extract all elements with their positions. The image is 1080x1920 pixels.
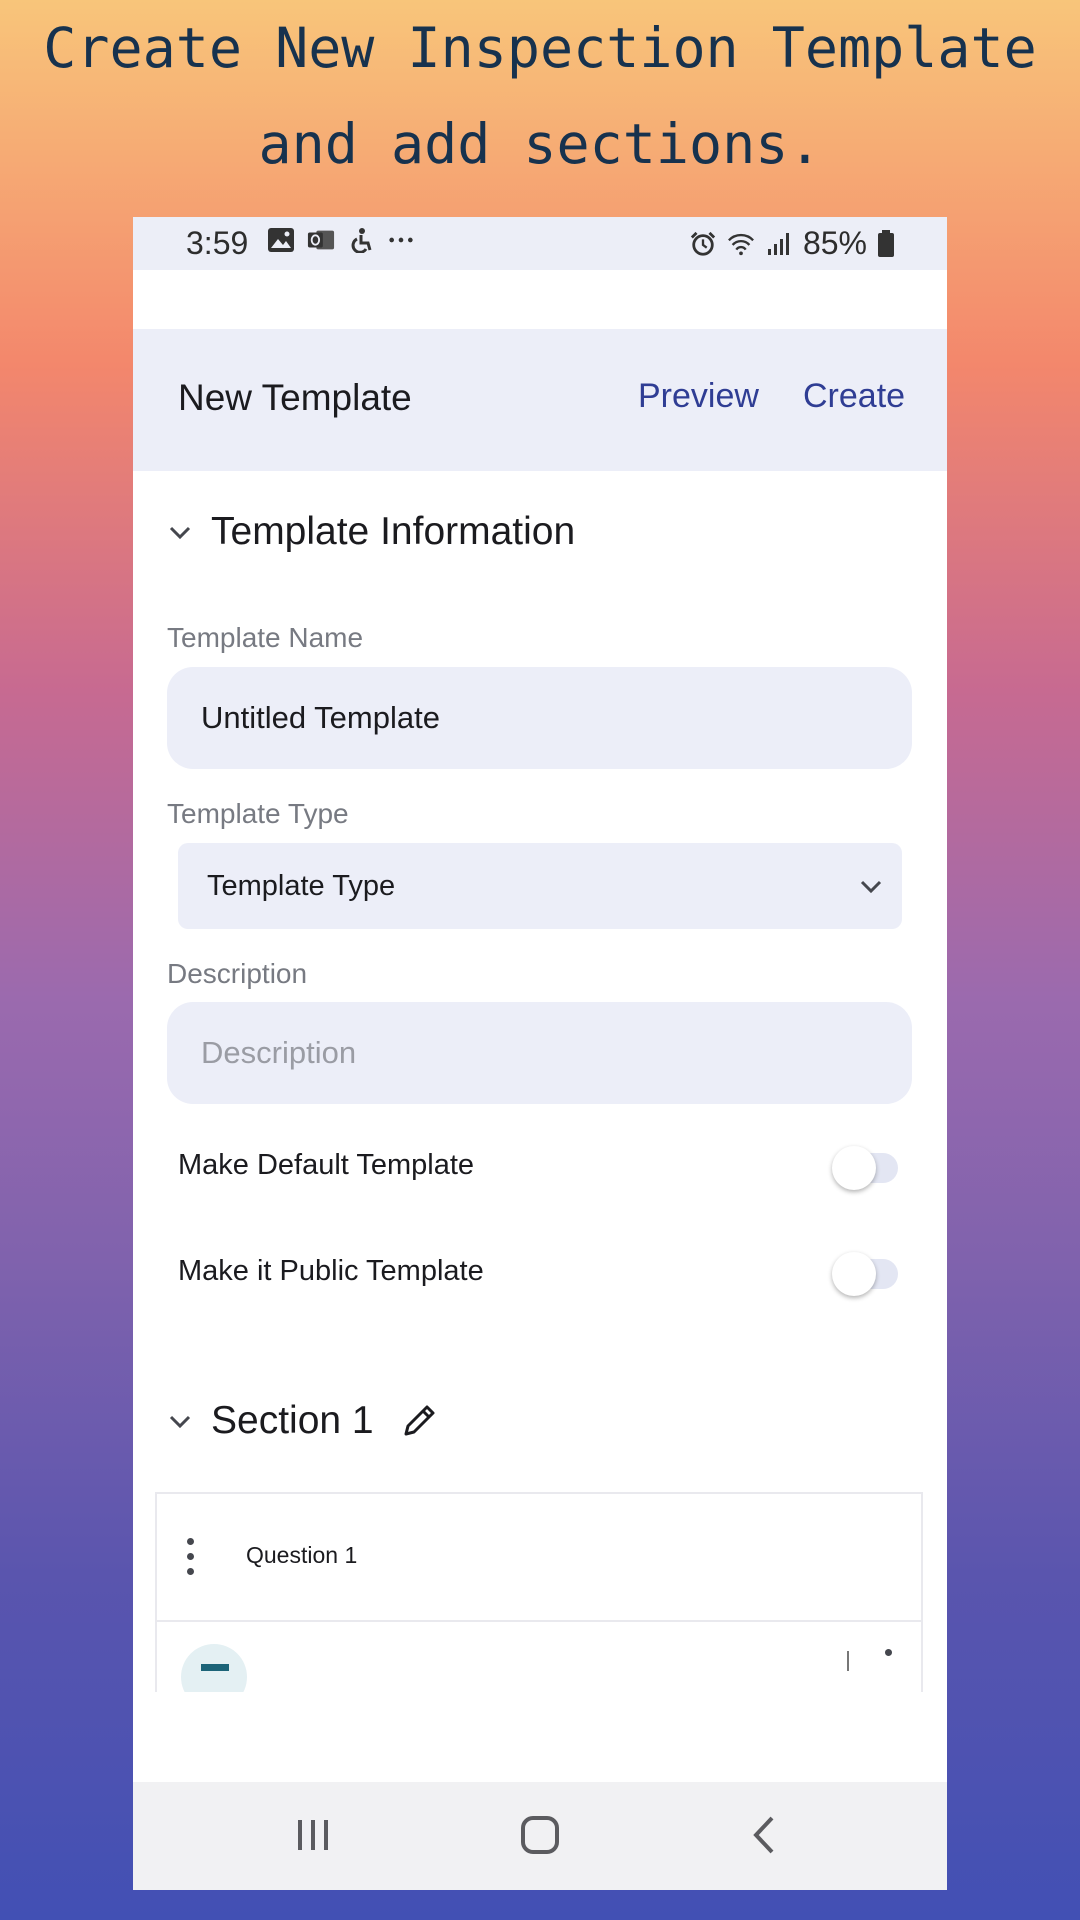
headline: Create New Inspection Template and add s…	[0, 0, 1080, 192]
more-vertical-icon[interactable]	[185, 1538, 195, 1578]
battery-percent: 85%	[802, 225, 867, 261]
image-icon	[268, 228, 294, 252]
public-template-row: Make it Public Template	[178, 1245, 918, 1305]
question-row[interactable]: Question 1	[157, 1494, 921, 1622]
default-template-label: Make Default Template	[178, 1149, 475, 1181]
status-time: 3:59	[186, 225, 249, 261]
status-left-icons	[267, 227, 415, 253]
accessibility-icon	[351, 228, 372, 253]
recent-apps-icon[interactable]	[288, 1810, 338, 1860]
preview-button[interactable]: Preview	[638, 377, 759, 416]
template-name-label: Template Name	[167, 622, 364, 653]
template-type-select[interactable]: Template Type	[178, 843, 902, 929]
headline-line-1: Create New Inspection Template	[43, 16, 1037, 80]
pencil-icon[interactable]	[398, 1400, 440, 1442]
page-title: New Template	[178, 377, 412, 418]
public-template-toggle[interactable]	[832, 1252, 898, 1296]
description-label: Description	[167, 958, 308, 989]
outlook-icon	[307, 230, 335, 250]
template-type-label: Template Type	[167, 798, 349, 829]
public-template-label: Make it Public Template	[178, 1255, 484, 1287]
question-label: Question 1	[246, 1542, 358, 1568]
template-info-title: Template Information	[211, 510, 576, 553]
battery-icon	[878, 229, 894, 257]
status-bar: 3:59 85%	[133, 217, 947, 270]
question-card: Question 1	[155, 1492, 923, 1692]
more-dots-icon	[389, 237, 413, 243]
app-bar: New Template Preview Create	[133, 329, 947, 471]
alarm-icon	[690, 231, 716, 256]
section-title: Section 1	[211, 1399, 374, 1442]
chevron-down-icon	[860, 880, 882, 894]
template-name-field[interactable]: Untitled Template	[167, 667, 912, 769]
template-type-value: Template Type	[207, 869, 396, 902]
default-template-row: Make Default Template	[178, 1139, 918, 1199]
description-placeholder: Description	[201, 1035, 357, 1070]
section-1-header[interactable]: Section 1	[163, 1399, 440, 1443]
headline-line-2: and add sections.	[258, 112, 822, 176]
wifi-icon	[727, 233, 754, 255]
status-right-icons: 85%	[689, 225, 895, 262]
question-type-glyph	[201, 1664, 229, 1671]
phone-screen: 3:59 85% New Template Preview Create Tem…	[133, 217, 947, 1890]
system-nav-bar	[133, 1782, 947, 1890]
back-icon[interactable]	[741, 1810, 791, 1860]
default-template-toggle[interactable]	[832, 1146, 898, 1190]
create-button[interactable]: Create	[803, 377, 905, 416]
template-info-header[interactable]: Template Information	[163, 510, 575, 554]
more-vertical-icon[interactable]	[885, 1649, 892, 1656]
divider	[847, 1651, 849, 1671]
template-name-value: Untitled Template	[201, 700, 440, 735]
chevron-down-icon	[169, 1415, 191, 1429]
chevron-down-icon	[169, 526, 191, 540]
description-field[interactable]: Description	[167, 1002, 912, 1104]
home-icon[interactable]	[515, 1810, 565, 1860]
signal-icon	[767, 232, 789, 255]
